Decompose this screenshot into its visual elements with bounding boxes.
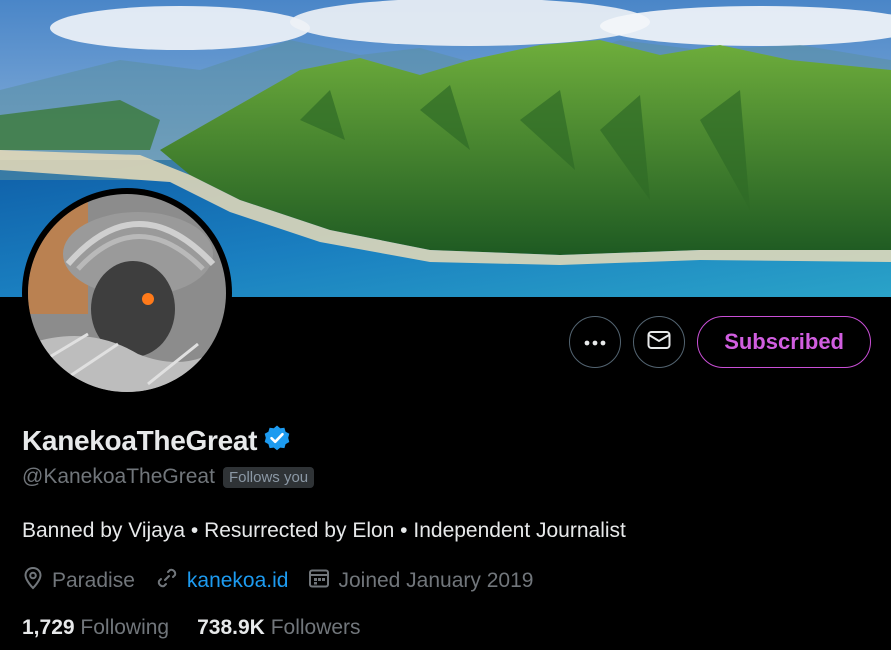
- follow-stats: 1,729 Following 738.9K Followers: [22, 616, 361, 640]
- display-name: KanekoaTheGreat: [22, 424, 258, 456]
- link-icon: [155, 566, 179, 596]
- name-row: KanekoaTheGreat: [22, 424, 291, 457]
- profile-avatar[interactable]: [22, 188, 232, 398]
- avatar-image: [28, 194, 226, 392]
- website-link[interactable]: kanekoa.id: [187, 569, 289, 593]
- location-item: Paradise: [22, 566, 135, 596]
- location-text: Paradise: [52, 569, 135, 592]
- following-count: 1,729: [22, 616, 75, 639]
- ellipsis-icon: [584, 333, 606, 351]
- follows-you-badge: Follows you: [222, 466, 315, 488]
- profile-bio: Banned by Vijaya • Resurrected by Elon •…: [22, 519, 626, 542]
- profile-actions: Subscribed: [569, 316, 871, 368]
- followers-stat[interactable]: 738.9K Followers: [197, 616, 360, 640]
- subscribed-button[interactable]: Subscribed: [697, 316, 871, 368]
- joined-date: Joined January 2019: [338, 569, 534, 592]
- more-options-button[interactable]: [569, 316, 622, 368]
- username-handle: @KanekoaTheGreat: [22, 465, 215, 488]
- followers-label: Followers: [270, 616, 361, 639]
- website-item: kanekoa.id: [155, 566, 289, 596]
- verified-badge-icon[interactable]: [263, 424, 291, 457]
- profile-meta: Paradise kanekoa.id Joined January 2019: [22, 566, 533, 596]
- following-label: Following: [80, 616, 170, 639]
- calendar-icon: [308, 567, 330, 595]
- handle-row: @KanekoaTheGreat Follows you: [22, 465, 315, 489]
- message-button[interactable]: [633, 316, 686, 368]
- followers-count: 738.9K: [197, 616, 265, 639]
- mail-icon: [647, 330, 671, 355]
- location-pin-icon: [22, 566, 44, 596]
- joined-item: Joined January 2019: [308, 567, 533, 595]
- following-stat[interactable]: 1,729 Following: [22, 616, 169, 640]
